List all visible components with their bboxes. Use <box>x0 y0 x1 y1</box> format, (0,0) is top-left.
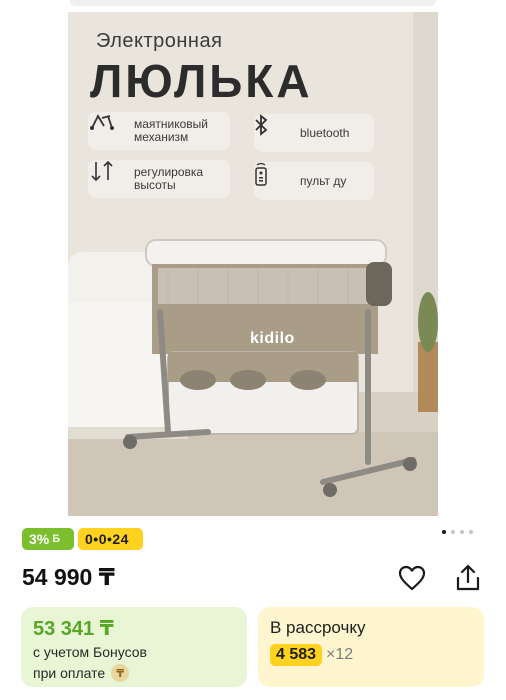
pendulum-icon <box>90 114 126 146</box>
bonus-icon: Б <box>52 533 61 545</box>
bonus-percent-text: 3% <box>29 531 50 547</box>
installment-badge-text: 0•0•24 <box>85 531 129 547</box>
product-image[interactable]: Электронная ЛЮЛЬКА маятниковый механизм … <box>68 12 438 516</box>
bonus-percent-badge: 3% Б <box>22 528 74 550</box>
installment-title: В рассрочку <box>270 618 366 637</box>
feature-height: регулировка высоты <box>88 160 230 198</box>
bonus-price: 53 341 ₸ <box>33 618 114 640</box>
bonus-caption-2: при оплате ₸ <box>33 664 130 682</box>
favorite-button[interactable] <box>396 562 428 594</box>
carousel-dot[interactable] <box>460 530 464 534</box>
carousel-dot[interactable] <box>451 530 455 534</box>
feature-label: регулировка высоты <box>134 165 204 192</box>
feature-label: пульт ду <box>300 173 347 188</box>
carousel-dot[interactable] <box>469 530 473 534</box>
brand-logo: kidilo <box>250 330 295 347</box>
feature-label: маятниковый механизм <box>134 117 209 144</box>
feature-bluetooth: bluetooth <box>254 114 374 152</box>
remote-control-icon <box>255 162 292 196</box>
share-icon <box>456 564 480 591</box>
carousel-indicator <box>442 530 473 534</box>
installment-row: 4 583 ×12 <box>270 644 353 666</box>
bonus-caption-2-text: при оплате <box>33 665 106 681</box>
installment-card[interactable]: В рассрочку 4 583 ×12 <box>258 607 484 687</box>
feature-remote: пульт ду <box>254 162 374 200</box>
bonus-coin-icon: ₸ <box>111 664 130 682</box>
heart-icon <box>398 565 426 591</box>
bonus-price-card[interactable]: 53 341 ₸ с учетом Бонусов при оплате ₸ <box>21 607 247 687</box>
image-title: ЛЮЛЬКА <box>90 55 313 107</box>
installment-amount: 4 583 <box>270 644 323 666</box>
carousel-dot[interactable] <box>442 530 446 534</box>
installment-multiplier: ×12 <box>326 646 354 663</box>
bonus-caption-1: с учетом Бонусов <box>33 644 147 660</box>
bluetooth-icon <box>255 114 292 148</box>
previous-section-edge <box>70 0 436 6</box>
installment-badge: 0•0•24 <box>78 528 143 550</box>
image-subtitle: Электронная <box>96 30 223 52</box>
feature-label: bluetooth <box>300 125 350 140</box>
feature-pendulum: маятниковый механизм <box>88 112 230 150</box>
height-adjust-icon <box>91 160 126 194</box>
share-button[interactable] <box>452 562 484 594</box>
product-price: 54 990 ₸ <box>22 564 115 590</box>
